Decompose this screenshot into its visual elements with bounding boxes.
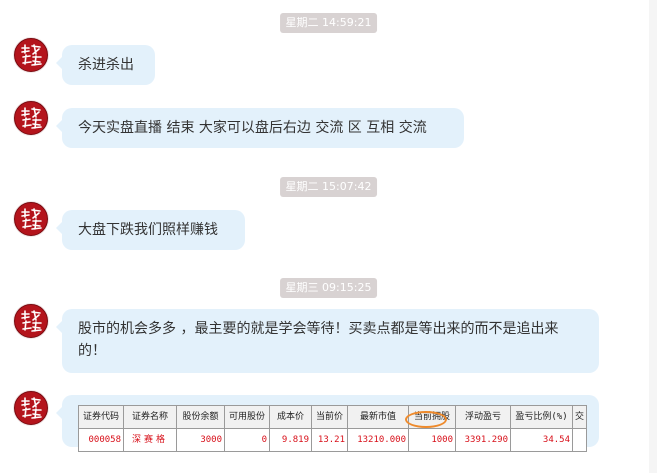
cell-market-value: 13210.000: [347, 428, 409, 452]
image-message-bubble[interactable]: 证券代码 证券名称 股份余额 可用股份 成本价 当前价 最新市值 当前拥股 浮动…: [56, 395, 599, 452]
highlight-circle: [405, 411, 447, 428]
message-bubble[interactable]: 股市的机会多多 ，最主要的就是学会等待！买卖点都是等出来的而不是追出来的！: [56, 309, 599, 373]
avatar[interactable]: [14, 101, 48, 135]
seal-logo-icon: [16, 393, 46, 423]
avatar[interactable]: [14, 38, 48, 72]
seal-logo-icon: [16, 306, 46, 336]
header-cell: 最新市值: [347, 405, 409, 429]
holdings-table: 证券代码 证券名称 股份余额 可用股份 成本价 当前价 最新市值 当前拥股 浮动…: [78, 405, 588, 452]
table-header-row: 证券代码 证券名称 股份余额 可用股份 成本价 当前价 最新市值 当前拥股 浮动…: [78, 405, 588, 429]
header-cell: 成本价: [269, 405, 312, 429]
timestamp: 星期二 14:59:21: [279, 13, 378, 33]
header-cell: 可用股份: [224, 405, 270, 429]
header-cell: 交: [571, 405, 588, 429]
message-text: 今天实盘直播 结束 大家可以盘后右边 交流 区 互相 交流: [78, 120, 427, 136]
avatar[interactable]: [14, 202, 48, 236]
table-row: 000058 深赛格 3000 0 9.819 13.21 13210.000 …: [78, 428, 588, 452]
header-cell: 股份余额: [176, 405, 225, 429]
message-text: 杀进杀出: [78, 57, 134, 73]
timestamp: 星期二 15:07:42: [279, 177, 378, 197]
message-text: 股市的机会多多 ，最主要的就是学会等待！买卖点都是等出来的而不是追出来的！: [78, 321, 559, 359]
cell-truncated: [571, 428, 588, 452]
avatar[interactable]: [14, 304, 48, 338]
header-cell: 盈亏比例(%): [510, 405, 573, 429]
cell-floating-pnl: 3391.290: [455, 428, 511, 452]
cell-cost: 9.819: [269, 428, 312, 452]
cell-available: 0: [224, 428, 270, 452]
header-cell: 证券名称: [123, 405, 177, 429]
seal-logo-icon: [16, 103, 46, 133]
header-cell: 浮动盈亏: [455, 405, 511, 429]
header-cell: 当前价: [311, 405, 348, 429]
cell-price: 13.21: [311, 428, 348, 452]
cell-balance: 3000: [176, 428, 225, 452]
timestamp: 星期三 09:15:25: [279, 278, 378, 298]
message-bubble[interactable]: 今天实盘直播 结束 大家可以盘后右边 交流 区 互相 交流: [56, 108, 464, 148]
header-cell: 证券代码: [78, 405, 124, 429]
scrollbar[interactable]: [649, 0, 657, 473]
seal-logo-icon: [16, 204, 46, 234]
cell-name: 深赛格: [123, 428, 177, 452]
seal-logo-icon: [16, 40, 46, 70]
message-text: 大盘下跌我们照样赚钱: [78, 222, 218, 238]
cell-pnl-ratio: 34.54: [510, 428, 573, 452]
cell-current-holding: 1000: [408, 428, 456, 452]
message-bubble[interactable]: 大盘下跌我们照样赚钱: [56, 210, 245, 250]
message-bubble[interactable]: 杀进杀出: [56, 45, 155, 85]
avatar[interactable]: [14, 391, 48, 425]
cell-code: 000058: [78, 428, 124, 452]
